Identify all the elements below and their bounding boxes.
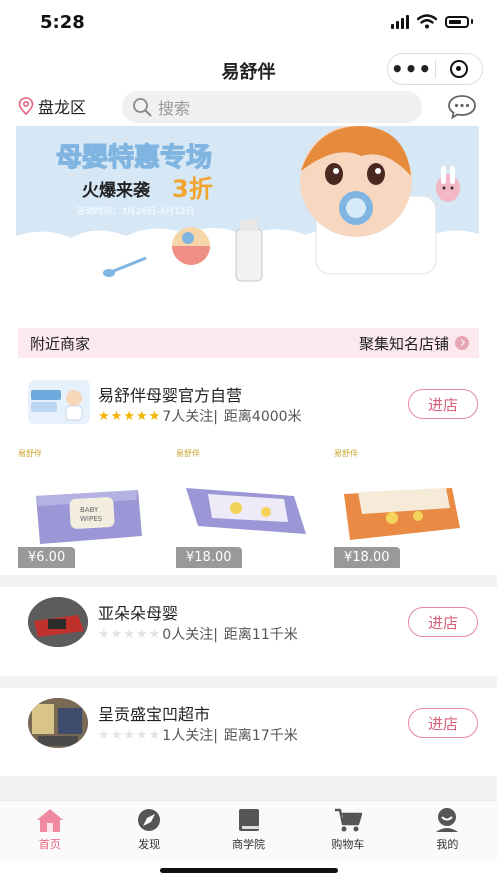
promo-banner[interactable]: 母婴特惠专场 火爆来袭 3折 活动时间：3月26日-4月12日 xyxy=(16,126,479,310)
search-icon xyxy=(133,98,152,117)
search-input[interactable]: 搜索 xyxy=(122,91,422,123)
battery-icon xyxy=(445,15,469,28)
cart-icon xyxy=(334,808,363,832)
store-rating: ★ ★ ★ ★ ★ 0人关注| 距离11千米 xyxy=(98,624,298,644)
svg-text:WIPES: WIPES xyxy=(80,515,103,523)
store-logo xyxy=(28,380,90,424)
more-icon[interactable]: ••• xyxy=(388,59,435,79)
store-rating: ★ ★ ★ ★ ★ 1人关注| 距离17千米 xyxy=(98,725,298,745)
distance: 距离17千米 xyxy=(223,728,298,744)
brand-mini-label: 易舒伴 xyxy=(18,449,42,458)
product-tile[interactable]: 易舒伴 ¥18.00 xyxy=(176,448,316,568)
store-card[interactable]: 呈贡盛宝凹超市 ★ ★ ★ ★ ★ 1人关注| 距离17千米 进店 xyxy=(0,688,497,778)
store-name: 易舒伴母婴官方自营 xyxy=(98,386,243,405)
store-card[interactable]: 易舒伴母婴官方自营 ★ ★ ★ ★ ★ 7人关注| 距离4000米 进店 易舒伴 BAB… xyxy=(0,370,497,575)
store-avatar xyxy=(28,698,88,748)
location-selector[interactable]: 盘龙区 xyxy=(18,94,86,118)
rating-stars: ★ ★ ★ ★ ★ xyxy=(98,727,161,743)
followers-count: 1人关注| xyxy=(162,728,218,744)
discover-icon xyxy=(138,809,161,831)
tab-profile[interactable]: 我的 xyxy=(398,801,497,861)
search-placeholder: 搜索 xyxy=(158,99,191,118)
enter-store-button[interactable]: 进店 xyxy=(408,389,478,419)
location-label: 盘龙区 xyxy=(38,98,87,117)
banner-dates: 活动时间：3月26日-4月12日 xyxy=(76,205,195,217)
brand-mini-label: 易舒伴 xyxy=(176,449,200,458)
svg-text:BABY: BABY xyxy=(80,506,99,514)
home-indicator xyxy=(160,868,338,873)
target-icon xyxy=(449,60,468,78)
distance: 距离11千米 xyxy=(223,627,298,643)
product-tile[interactable]: 易舒伴 BABY WIPES ¥6.00 xyxy=(18,448,158,568)
message-icon[interactable] xyxy=(447,94,477,120)
store-card[interactable]: 亚朵朵母婴 ★ ★ ★ ★ ★ 0人关注| 距离11千米 进店 xyxy=(0,587,497,677)
enter-store-button[interactable]: 进店 xyxy=(408,607,478,637)
store-name: 亚朵朵母婴 xyxy=(98,604,179,623)
status-icons xyxy=(391,14,473,29)
nearby-title: 附近商家 xyxy=(30,334,91,353)
distance: 距离4000米 xyxy=(223,409,302,425)
wifi-icon xyxy=(417,14,437,29)
section-divider xyxy=(0,676,497,688)
arrow-right-icon xyxy=(455,336,469,350)
followers-count: 0人关注| xyxy=(162,627,218,643)
tab-discover[interactable]: 发现 xyxy=(99,801,198,861)
product-price: ¥18.00 xyxy=(334,547,400,568)
section-divider xyxy=(0,776,497,800)
location-pin-icon xyxy=(18,97,34,115)
status-time: 5:28 xyxy=(40,12,85,33)
store-name: 呈贡盛宝凹超市 xyxy=(98,705,211,724)
user-icon xyxy=(436,808,459,832)
banner-subline: 火爆来袭 xyxy=(82,180,151,201)
brand-mini-label: 易舒伴 xyxy=(334,449,358,458)
mini-program-capsule: ••• xyxy=(387,53,483,85)
promo-banner-graphic: 母婴特惠专场 火爆来袭 3折 活动时间：3月26日-4月12日 xyxy=(16,126,479,310)
close-miniprogram-button[interactable] xyxy=(436,60,482,78)
tab-business-school[interactable]: 商学院 xyxy=(199,801,298,861)
product-price: ¥6.00 xyxy=(18,547,76,568)
nearby-merchants-header: 附近商家 聚集知名店铺 xyxy=(18,328,479,358)
tab-cart[interactable]: 购物车 xyxy=(298,801,397,861)
bottom-tab-bar: 首页 发现 商学院 购物车 我的 xyxy=(0,800,497,861)
store-avatar xyxy=(28,597,88,647)
store-rating: ★ ★ ★ ★ ★ 7人关注| 距离4000米 xyxy=(98,406,302,426)
banner-discount: 3折 xyxy=(172,175,213,203)
section-divider xyxy=(0,575,497,587)
tab-home[interactable]: 首页 xyxy=(0,801,99,861)
rating-stars: ★ ★ ★ ★ ★ xyxy=(98,626,161,642)
book-icon xyxy=(238,809,259,831)
banner-headline: 母婴特惠专场 xyxy=(56,142,212,173)
product-tile[interactable]: 易舒伴 ¥18.00 xyxy=(334,448,474,568)
rating-stars: ★ ★ ★ ★ ★ xyxy=(98,408,161,424)
followers-count: 7人关注| xyxy=(162,409,218,425)
product-price: ¥18.00 xyxy=(176,547,242,568)
enter-store-button[interactable]: 进店 xyxy=(408,708,478,738)
signal-icon xyxy=(391,14,409,29)
famous-stores-link[interactable]: 聚集知名店铺 xyxy=(359,333,469,354)
home-icon xyxy=(36,809,63,832)
